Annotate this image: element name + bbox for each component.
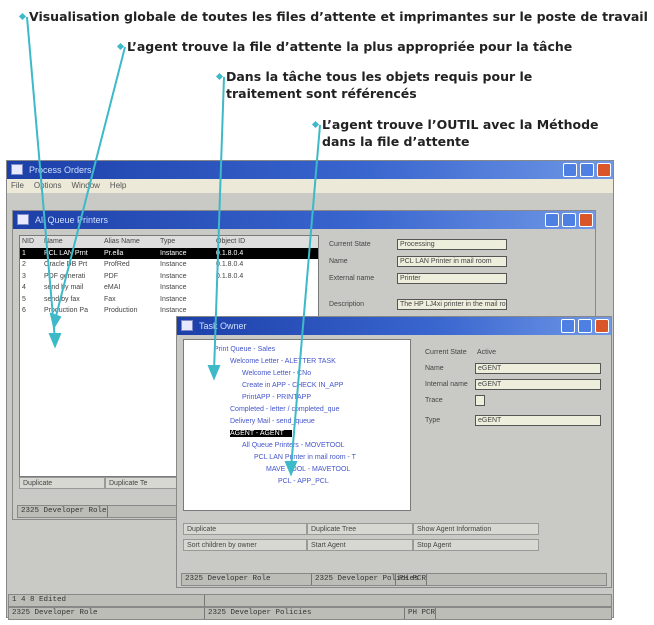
leader-line-3 (213, 76, 225, 373)
leader-line-1 (26, 16, 56, 341)
arrowhead-icon (284, 461, 298, 477)
arrowhead-icon (49, 312, 62, 330)
arrowhead-icon (207, 365, 221, 381)
leader-line-2 (54, 46, 126, 321)
leader-lines (26, 16, 321, 477)
arrowhead-icon (48, 333, 62, 349)
leader-line-4 (290, 124, 321, 469)
